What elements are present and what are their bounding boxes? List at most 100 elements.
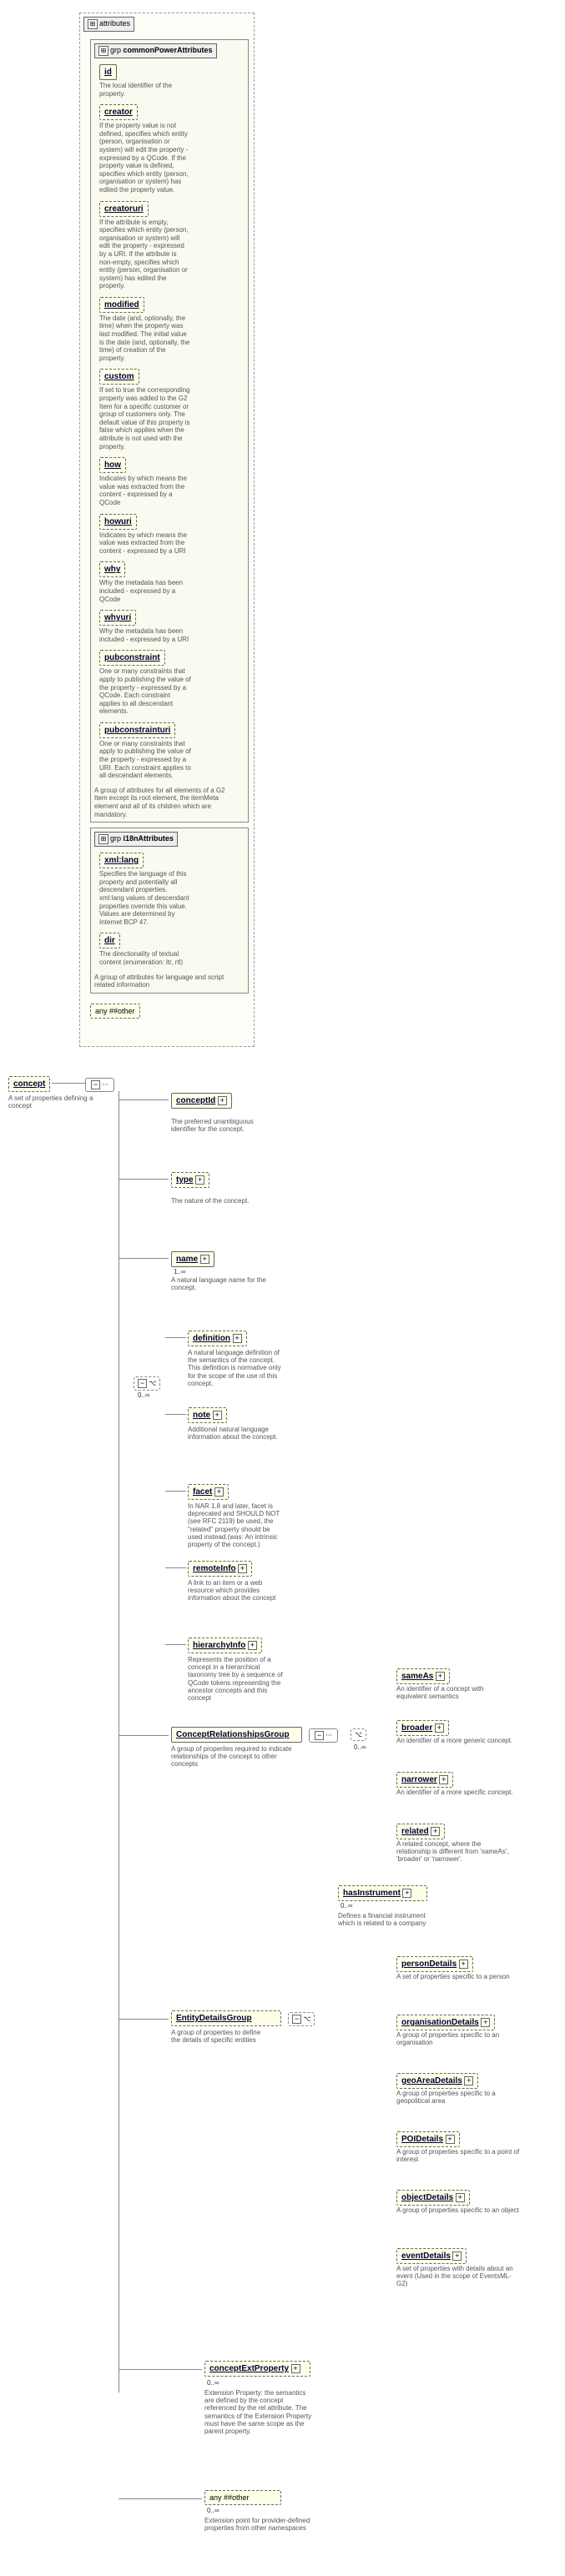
crg-choice[interactable]: ⌥ — [351, 1728, 366, 1741]
cep-card: 0..∞ — [207, 2379, 219, 2387]
connector — [165, 1414, 186, 1415]
any-other-label: any ##other — [95, 1007, 135, 1015]
node-concept: concept — [8, 1076, 50, 1092]
node-facet: facet + — [188, 1484, 229, 1500]
crg-card: 0..∞ — [354, 1743, 366, 1751]
plus-icon[interactable]: + — [435, 1723, 444, 1733]
crg-title: ConceptRelationshipsGroup — [176, 1730, 290, 1739]
connector — [165, 1491, 186, 1492]
group-crg: ConceptRelationshipsGroup — [171, 1727, 302, 1743]
ext-desc: Extension point for provider-defined pro… — [204, 2517, 313, 2532]
connector — [165, 1567, 186, 1568]
connector — [119, 2369, 202, 2370]
attributes-header: ⊞attributes — [83, 17, 134, 32]
ext-label: any ##other — [209, 2493, 250, 2502]
any-other-attr: any ##other — [90, 1004, 140, 1019]
attr-creatoruri: creatoruri — [99, 201, 149, 217]
plus-icon[interactable]: + — [214, 1487, 224, 1497]
cep-desc: Extension Property: the semantics are de… — [204, 2389, 313, 2435]
node-name: name + — [171, 1251, 214, 1267]
node-personDetails: personDetails + — [396, 1956, 473, 1972]
node-related: related + — [396, 1824, 445, 1839]
attr-dir: dir — [99, 933, 120, 948]
edg-title: EntityDetailsGroup — [176, 2014, 252, 2023]
group-commonpower: ⊞grp commonPowerAttributes idThe local i… — [90, 39, 249, 823]
plus-icon[interactable]: + — [481, 2018, 490, 2027]
connector — [165, 1337, 186, 1338]
node-sameAs: sameAs + — [396, 1668, 450, 1684]
node-broader: broader + — [396, 1720, 449, 1736]
minus-icon: − — [315, 1731, 324, 1740]
connector — [119, 1735, 169, 1736]
attr-whyuri: whyuri — [99, 610, 136, 626]
plus-icon[interactable]: + — [213, 1411, 222, 1420]
minus-icon: − — [138, 1379, 147, 1388]
attr-modified: modified — [99, 297, 144, 313]
choice-card: 0..∞ — [138, 1391, 150, 1399]
plus-icon[interactable]: + — [248, 1641, 257, 1650]
crg-desc: A group of properites required to indica… — [171, 1745, 292, 1768]
attr-id: id — [99, 64, 117, 80]
plus-icon[interactable]: + — [238, 1564, 247, 1573]
edg-desc: A group of properties to define the deta… — [171, 2029, 271, 2044]
plus-icon[interactable]: + — [456, 2193, 465, 2202]
connector — [119, 2019, 169, 2020]
plus-icon[interactable]: + — [291, 2364, 300, 2373]
connector — [119, 2498, 202, 2499]
hasinstrument-desc: Defines a financial instrument which is … — [338, 1912, 430, 1927]
cpa-label: commonPowerAttributes — [124, 46, 213, 54]
node-geoAreaDetails: geoAreaDetails + — [396, 2073, 478, 2089]
plus-icon[interactable]: + — [218, 1096, 227, 1105]
plus-icon[interactable]: + — [436, 1672, 445, 1681]
plus-icon[interactable]: + — [200, 1255, 209, 1264]
attributes-label: attributes — [99, 19, 130, 28]
node-eventDetails: eventDetails + — [396, 2248, 467, 2264]
plus-icon[interactable]: + — [452, 2251, 462, 2261]
plus-icon[interactable]: + — [402, 1889, 411, 1898]
node-type: type + — [171, 1172, 209, 1188]
plus-icon[interactable]: + — [195, 1175, 204, 1185]
cpa-header: ⊞grp commonPowerAttributes — [94, 43, 217, 58]
crg-sequence[interactable]: − ⋯ — [309, 1728, 338, 1743]
node-any-other-ext: any ##other — [204, 2490, 281, 2505]
node-narrower: narrower + — [396, 1772, 453, 1788]
plus-icon[interactable]: + — [459, 1960, 468, 1969]
attr-how: how — [99, 457, 126, 473]
node-conceptextproperty: conceptExtProperty + — [204, 2361, 310, 2377]
attr-xml-lang: xml:lang — [99, 853, 144, 868]
node-objectDetails: objectDetails + — [396, 2190, 470, 2206]
attr-why: why — [99, 561, 125, 577]
i18n-header: ⊞grp i18nAttributes — [94, 832, 178, 847]
concept-title: concept — [13, 1079, 45, 1089]
connector — [119, 1179, 169, 1180]
node-organisationDetails: organisationDetails + — [396, 2015, 495, 2030]
attr-pubconstraint: pubconstraint — [99, 650, 165, 666]
plus-icon[interactable]: + — [446, 2135, 455, 2144]
hasinstrument-card: 0..∞ — [341, 1902, 353, 1909]
node-hasinstrument: hasInstrument + — [338, 1885, 427, 1901]
plus-icon[interactable]: + — [464, 2076, 473, 2085]
sequence-node[interactable]: − ⋯ — [85, 1078, 114, 1092]
ext-card: 0..∞ — [207, 2507, 219, 2514]
minus-icon: − — [292, 2015, 301, 2024]
edg-choice[interactable]: − ⌥ — [288, 2012, 315, 2026]
plus-icon[interactable]: + — [439, 1775, 448, 1784]
connector — [119, 1099, 169, 1100]
choice-node[interactable]: − ⌥ — [134, 1376, 160, 1391]
group-i18n: ⊞grp i18nAttributes xml:langSpecifies th… — [90, 828, 249, 994]
card: 1..∞ — [174, 1268, 186, 1275]
node-definition: definition + — [188, 1331, 247, 1346]
node-POIDetails: POIDetails + — [396, 2131, 460, 2147]
concept-desc: A set of properties defining a concept — [8, 1094, 100, 1109]
hasinstrument-title: hasInstrument — [343, 1889, 401, 1898]
plus-icon[interactable]: + — [233, 1334, 242, 1343]
node-note: note + — [188, 1407, 227, 1423]
node-hierarchyInfo: hierarchyInfo + — [188, 1638, 262, 1653]
group-edg: EntityDetailsGroup — [171, 2010, 281, 2026]
grid-icon: ⊞ — [98, 46, 108, 56]
i18n-label: i18nAttributes — [124, 834, 174, 843]
i18n-desc: A group of attributes for language and s… — [94, 974, 228, 989]
attr-custom: custom — [99, 369, 139, 385]
grid-icon: ⊞ — [98, 834, 108, 844]
plus-icon[interactable]: + — [431, 1827, 440, 1836]
